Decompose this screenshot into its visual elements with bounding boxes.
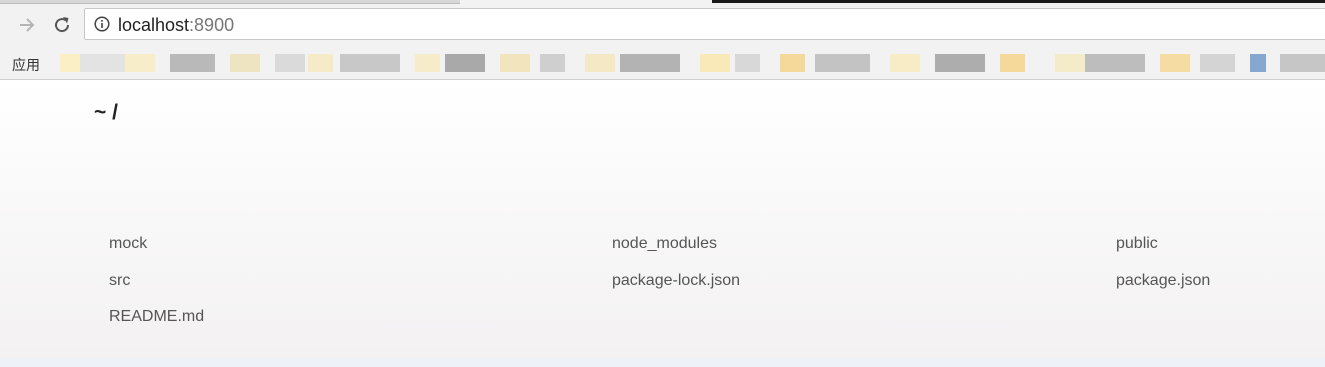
reload-icon (55, 17, 70, 33)
file-link-readme-md[interactable]: README.md (109, 307, 204, 327)
file-link-src[interactable]: src (109, 271, 130, 291)
directory-path-title: ~ / (94, 101, 118, 124)
file-link-package-lock-json[interactable]: package-lock.json (612, 271, 740, 291)
reload-button[interactable] (51, 14, 73, 36)
bookmarks-bar: 应用 (0, 46, 1325, 80)
url-host: localhost (118, 15, 190, 35)
window-edge (712, 0, 1325, 3)
active-tab-edge (0, 0, 460, 4)
browser-toolbar: localhost:8900 (0, 5, 1325, 46)
file-link-mock[interactable]: mock (109, 234, 147, 254)
forward-button[interactable] (16, 14, 38, 36)
file-link-public[interactable]: public (1116, 234, 1158, 254)
redacted-bookmarks (60, 54, 1325, 72)
url-port: :8900 (189, 15, 235, 35)
bookmark-apps[interactable]: 应用 (12, 55, 40, 75)
file-link-package-json[interactable]: package.json (1116, 271, 1210, 291)
address-url: localhost:8900 (118, 15, 234, 35)
page-bottom (0, 358, 1325, 367)
info-icon[interactable] (94, 16, 110, 32)
file-link-node-modules[interactable]: node_modules (612, 234, 717, 254)
address-bar[interactable]: localhost:8900 (84, 8, 1325, 40)
forward-arrow-icon (20, 18, 35, 32)
